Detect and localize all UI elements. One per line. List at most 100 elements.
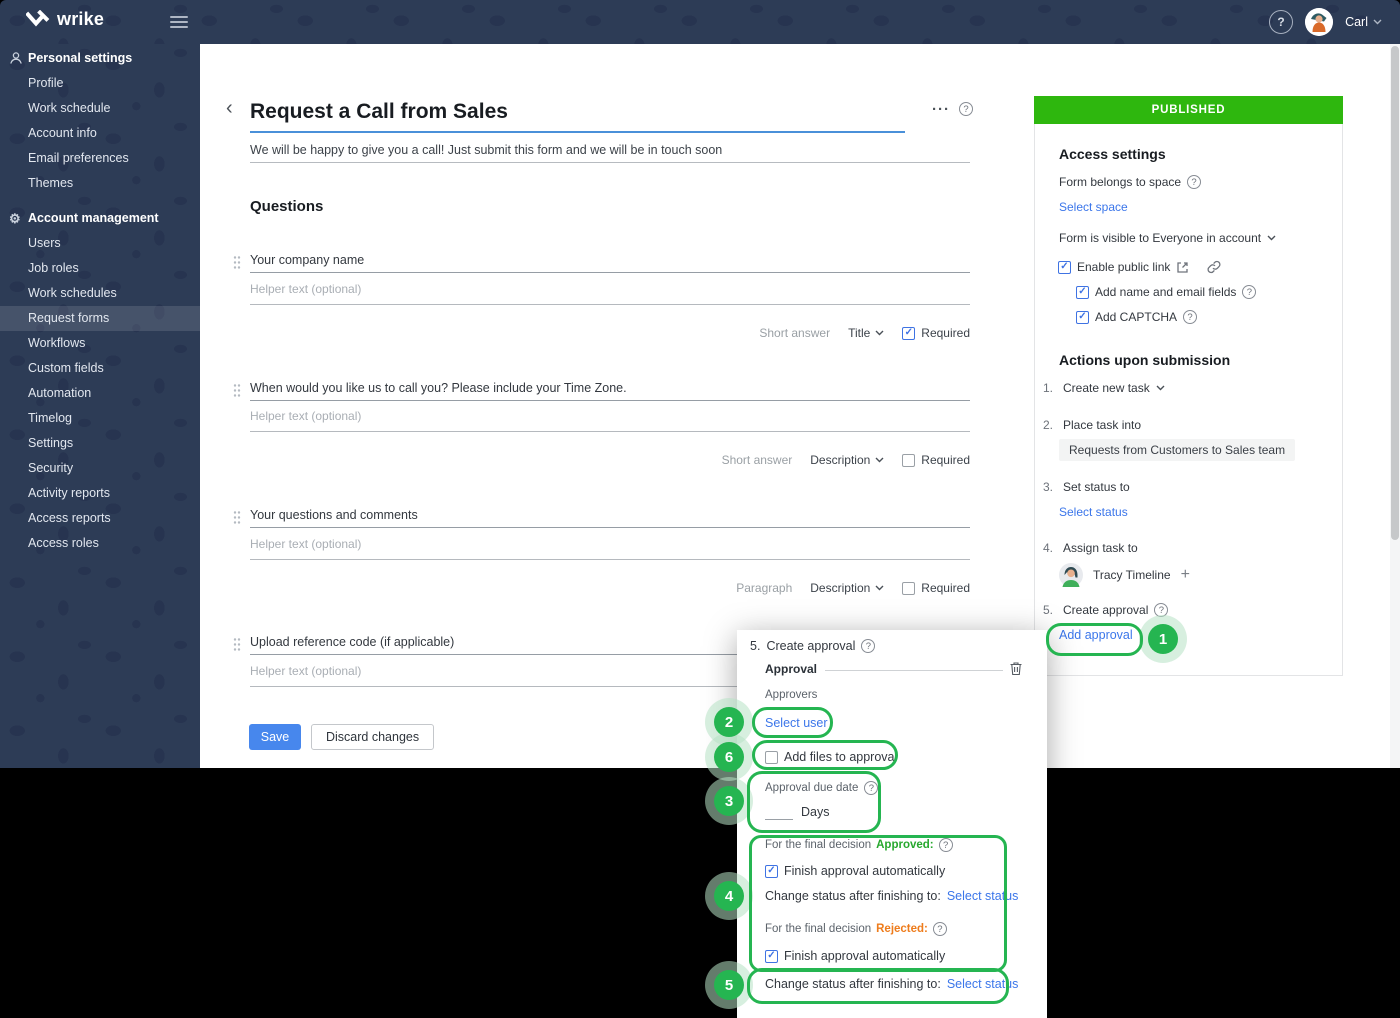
more-options-icon[interactable]: ··· xyxy=(932,101,950,118)
form-help-icon[interactable]: ? xyxy=(959,102,973,116)
discard-changes-button[interactable]: Discard changes xyxy=(311,724,434,750)
delete-approval-icon[interactable] xyxy=(1009,661,1023,676)
drag-handle-icon[interactable] xyxy=(233,255,241,270)
sidebar-item-work-schedule[interactable]: Work schedule xyxy=(0,96,200,121)
select-status-link[interactable]: Select status xyxy=(947,889,1019,903)
sidebar-item-automation[interactable]: Automation xyxy=(0,381,200,406)
add-captcha-checkbox[interactable] xyxy=(1076,311,1089,324)
sidebar-item-timelog[interactable]: Timelog xyxy=(0,406,200,431)
sidebar-item-workflows[interactable]: Workflows xyxy=(0,331,200,356)
approvers-label: Approvers xyxy=(765,689,817,701)
user-menu[interactable]: Carl xyxy=(1345,15,1382,29)
scrollbar-thumb[interactable] xyxy=(1391,46,1399,540)
select-status-link[interactable]: Select status xyxy=(947,977,1019,991)
finish-auto-checkbox[interactable] xyxy=(765,865,778,878)
add-assignee-icon[interactable]: + xyxy=(1181,566,1190,584)
sidebar-item-activity-reports[interactable]: Activity reports xyxy=(0,481,200,506)
drag-handle-icon[interactable] xyxy=(233,637,241,652)
required-checkbox[interactable] xyxy=(902,454,915,467)
question-circle-icon[interactable]: ? xyxy=(1242,285,1256,299)
question-label[interactable]: When would you like us to call you? Plea… xyxy=(250,381,627,395)
sidebar-item-users[interactable]: Users xyxy=(0,231,200,256)
question-circle-icon[interactable]: ? xyxy=(864,781,878,795)
sidebar-item-themes[interactable]: Themes xyxy=(0,171,200,196)
required-checkbox[interactable] xyxy=(902,327,915,340)
add-approval-link[interactable]: Add approval xyxy=(1059,628,1133,642)
helper-text-input[interactable]: Helper text (optional) xyxy=(250,537,361,551)
add-name-email-checkbox[interactable] xyxy=(1076,286,1089,299)
add-captcha-row[interactable]: Add CAPTCHA ? xyxy=(1076,310,1197,324)
add-files-row[interactable]: Add files to approval xyxy=(765,750,897,764)
sidebar-item-access-roles[interactable]: Access roles xyxy=(0,531,200,556)
visibility-dropdown[interactable]: Form is visible to Everyone in account xyxy=(1059,231,1276,245)
select-space-link[interactable]: Select space xyxy=(1059,200,1128,214)
field-type-dropdown[interactable]: Description xyxy=(810,453,884,467)
sidebar-section-account[interactable]: ⚙ Account management xyxy=(0,206,200,231)
wrike-logo-icon xyxy=(26,10,50,29)
enable-public-link-checkbox[interactable] xyxy=(1058,261,1071,274)
assignee-avatar[interactable] xyxy=(1059,563,1083,587)
assignee-name[interactable]: Tracy Timeline xyxy=(1093,568,1171,582)
drag-handle-icon[interactable] xyxy=(233,383,241,398)
sidebar-section-personal[interactable]: Personal settings xyxy=(0,46,200,71)
question-circle-icon[interactable]: ? xyxy=(861,639,875,653)
external-link-icon[interactable] xyxy=(1176,261,1189,274)
action-create-new-task[interactable]: 1.Create new task xyxy=(1043,381,1165,395)
sidebar-item-security[interactable]: Security xyxy=(0,456,200,481)
divider xyxy=(825,670,1003,671)
select-status-link[interactable]: Select status xyxy=(1059,505,1128,519)
copy-link-icon[interactable] xyxy=(1207,260,1221,274)
back-button[interactable]: ‹ xyxy=(226,97,233,120)
required-toggle[interactable]: Required xyxy=(902,326,970,340)
helper-text-input[interactable]: Helper text (optional) xyxy=(250,664,361,678)
approved-label: Approved: xyxy=(876,839,934,851)
days-input[interactable] xyxy=(765,819,793,820)
finish-auto-approved-row[interactable]: Finish approval automatically xyxy=(765,864,945,878)
helper-text-input[interactable]: Helper text (optional) xyxy=(250,409,361,423)
wrike-logo[interactable]: wrike xyxy=(26,9,104,30)
sidebar-item-settings[interactable]: Settings xyxy=(0,431,200,456)
chevron-down-icon xyxy=(875,457,884,463)
question-meta-row: Short answer Title Required xyxy=(759,325,970,341)
sidebar-item-work-schedules[interactable]: Work schedules xyxy=(0,281,200,306)
question-circle-icon[interactable]: ? xyxy=(1154,603,1168,617)
avatar[interactable] xyxy=(1305,8,1333,36)
finish-auto-checkbox[interactable] xyxy=(765,950,778,963)
drag-handle-icon[interactable] xyxy=(233,510,241,525)
menu-icon[interactable] xyxy=(170,13,188,31)
target-folder-chip[interactable]: Requests from Customers to Sales team xyxy=(1059,439,1295,461)
field-type-dropdown[interactable]: Description xyxy=(810,581,884,595)
action-create-approval: 5.Create approval ? xyxy=(1043,603,1168,617)
sidebar-item-profile[interactable]: Profile xyxy=(0,71,200,96)
sidebar-item-job-roles[interactable]: Job roles xyxy=(0,256,200,281)
sidebar-item-access-reports[interactable]: Access reports xyxy=(0,506,200,531)
helper-text-input[interactable]: Helper text (optional) xyxy=(250,282,361,296)
question-circle-icon[interactable]: ? xyxy=(939,838,953,852)
question-circle-icon[interactable]: ? xyxy=(1183,310,1197,324)
finish-auto-rejected-row[interactable]: Finish approval automatically xyxy=(765,949,945,963)
field-type-dropdown[interactable]: Title xyxy=(848,326,884,340)
required-checkbox[interactable] xyxy=(902,582,915,595)
question-label[interactable]: Your questions and comments xyxy=(250,508,418,522)
add-name-email-row[interactable]: Add name and email fields ? xyxy=(1076,285,1256,299)
required-toggle[interactable]: Required xyxy=(902,581,970,595)
sidebar-item-account-info[interactable]: Account info xyxy=(0,121,200,146)
question-label[interactable]: Upload reference code (if applicable) xyxy=(250,635,454,649)
sidebar-item-custom-fields[interactable]: Custom fields xyxy=(0,356,200,381)
add-files-checkbox[interactable] xyxy=(765,751,778,764)
help-icon[interactable]: ? xyxy=(1269,10,1293,34)
sidebar-item-email-preferences[interactable]: Email preferences xyxy=(0,146,200,171)
enable-public-link-row[interactable]: Enable public link xyxy=(1058,260,1221,274)
question-circle-icon[interactable]: ? xyxy=(1187,175,1201,189)
form-title[interactable]: Request a Call from Sales xyxy=(250,100,508,124)
question-label[interactable]: Your company name xyxy=(250,253,364,267)
form-description[interactable]: We will be happy to give you a call! Jus… xyxy=(250,143,722,157)
app-window: wrike ? Carl xyxy=(0,0,1400,1018)
chevron-down-icon xyxy=(1156,385,1165,391)
question-circle-icon[interactable]: ? xyxy=(933,922,947,936)
access-settings-heading: Access settings xyxy=(1059,146,1166,162)
required-toggle[interactable]: Required xyxy=(902,453,970,467)
sidebar-item-request-forms[interactable]: Request forms xyxy=(0,306,200,331)
select-user-link[interactable]: Select user xyxy=(765,716,828,730)
save-button[interactable]: Save xyxy=(249,724,301,750)
